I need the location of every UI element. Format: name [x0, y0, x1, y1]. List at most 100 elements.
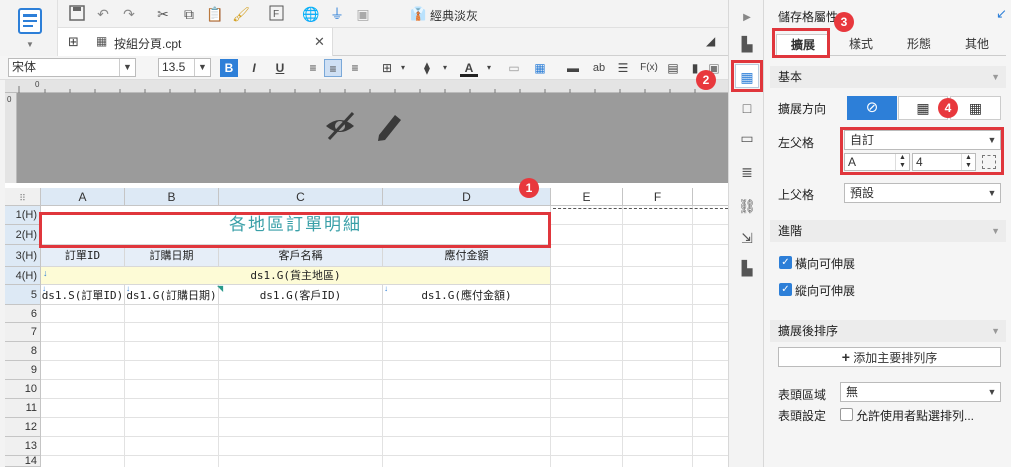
chevron-down-icon[interactable]: ▾	[436, 59, 454, 77]
column-header-b[interactable]: B	[125, 188, 219, 206]
section-sort[interactable]: 擴展後排序 ▼	[770, 320, 1006, 342]
row-header-5[interactable]: 5	[5, 285, 41, 305]
chevron-down-icon[interactable]: ▾	[480, 59, 498, 77]
detail-cell-customer[interactable]: ds1.G(客戶ID)	[219, 285, 383, 305]
row-header-10[interactable]: 10	[5, 380, 41, 399]
collapse-icon[interactable]: ↙	[996, 6, 1007, 22]
header-area-select[interactable]: 無 ▼	[840, 382, 1001, 402]
text-label-button[interactable]: ab	[590, 59, 608, 77]
fill-color-icon[interactable]: ⧫	[418, 59, 436, 77]
table-icon[interactable]: ▦	[531, 59, 549, 77]
bold-button[interactable]: B	[220, 59, 238, 77]
italic-button[interactable]: I	[245, 59, 263, 77]
chevron-down-icon[interactable]: ▾	[394, 59, 412, 77]
up-parent-select[interactable]: 預設 ▼	[844, 183, 1001, 203]
tab-form[interactable]: 形態	[892, 34, 946, 56]
row-header-11[interactable]: 11	[5, 399, 41, 418]
section-basic[interactable]: 基本 ▼	[770, 66, 1006, 88]
allow-sort-checkbox[interactable]	[840, 408, 853, 421]
column-header-f[interactable]: F	[623, 188, 693, 206]
header-cell-customer[interactable]: 客戶名稱	[219, 245, 383, 267]
gridline	[41, 360, 728, 361]
merge-cell-icon[interactable]: ▭	[505, 59, 523, 77]
tab-menu-icon[interactable]: ◢	[706, 34, 715, 48]
header-cell-amount[interactable]: 應付金額	[383, 245, 551, 267]
image-icon[interactable]: ▣	[354, 5, 372, 23]
row-header-1[interactable]: 1(H)	[5, 206, 41, 225]
row-header-4[interactable]: 4(H)	[5, 267, 41, 285]
header-cell-order-date[interactable]: 訂購日期	[125, 245, 219, 267]
widget-icon[interactable]: ▭	[737, 128, 757, 148]
column-header-a[interactable]: A	[41, 188, 125, 206]
chevron-right-icon[interactable]: ▶	[737, 8, 757, 28]
redo-icon[interactable]: ↷	[120, 5, 138, 23]
align-left-icon[interactable]: ≡	[304, 59, 322, 77]
tab-style[interactable]: 樣式	[834, 34, 888, 56]
import-icon[interactable]: ⇲	[737, 228, 757, 248]
condition-icon[interactable]: ≣	[737, 162, 757, 182]
svg-text:F: F	[273, 9, 279, 20]
group-cell[interactable]: ds1.G(貨主地區)	[41, 267, 551, 285]
plugin-icon[interactable]: ⏚	[328, 5, 346, 23]
hide-icon[interactable]	[323, 109, 357, 143]
underline-button[interactable]: U	[271, 59, 289, 77]
row-header-3[interactable]: 3(H)	[5, 245, 41, 267]
save-icon[interactable]	[68, 5, 86, 23]
tab-report-file[interactable]: ⊞ ▦ 按組分頁.cpt ✕	[58, 28, 333, 56]
row-header-2[interactable]: 2(H)	[5, 225, 41, 245]
font-size-select[interactable]: 13.5 ▼	[158, 58, 211, 77]
hyperlink-icon[interactable]: ⛓	[737, 196, 757, 216]
row-header-7[interactable]: 7	[5, 323, 41, 342]
detail-cell-order-date[interactable]: ds1.G(訂購日期)	[125, 285, 219, 305]
column-header-e[interactable]: E	[551, 188, 623, 206]
web-icon[interactable]: 🌐	[302, 5, 320, 23]
gridline	[124, 304, 125, 467]
text-field-icon[interactable]: ▬	[564, 59, 582, 77]
column-header-c[interactable]: C	[219, 188, 383, 206]
detail-cell-order-id[interactable]: ds1.S(訂單ID)	[41, 285, 125, 305]
row-header-6[interactable]: 6	[5, 305, 41, 323]
section-advanced[interactable]: 進階 ▼	[770, 220, 1006, 242]
edit-icon[interactable]	[373, 109, 405, 143]
row-header-9[interactable]: 9	[5, 361, 41, 380]
cell-style-icon[interactable]: □	[737, 98, 757, 118]
row-header-12[interactable]: 12	[5, 418, 41, 437]
h-extend-checkbox[interactable]: ✓	[779, 256, 792, 269]
chevron-down-icon[interactable]: ▼	[26, 40, 34, 49]
font-color-icon[interactable]: A	[460, 59, 478, 77]
font-select[interactable]: 宋体 ▼	[8, 58, 136, 77]
close-icon[interactable]: ✕	[314, 34, 325, 50]
section-basic-label: 基本	[778, 70, 803, 84]
cell-element-icon[interactable]: ▙	[737, 34, 757, 54]
undo-icon[interactable]: ↶	[94, 5, 112, 23]
sub-report-icon[interactable]: ▤	[664, 59, 682, 77]
chevron-down-icon: ▼	[987, 387, 997, 397]
header-cell-order-id[interactable]: 訂單ID	[41, 245, 125, 267]
format-painter-icon[interactable]: 🖌	[232, 5, 250, 23]
no-expand-button[interactable]: ⊘	[847, 96, 897, 120]
align-right-icon[interactable]: ≡	[346, 59, 364, 77]
style-icon[interactable]: 👔	[410, 6, 426, 22]
report-icon[interactable]	[18, 8, 42, 34]
multiline-text-icon[interactable]: ☰	[614, 59, 632, 77]
row-header-14[interactable]: 14	[5, 456, 41, 467]
formula-button[interactable]: F(x)	[638, 59, 660, 77]
paste-icon[interactable]: 📋	[206, 5, 224, 23]
v-extend-checkbox[interactable]: ✓	[779, 283, 792, 296]
gridline	[41, 455, 728, 456]
corner-cell[interactable]: ⠿	[5, 188, 41, 206]
add-sort-button[interactable]: + 添加主要排列序	[778, 347, 1001, 367]
copy-icon[interactable]: ⧉	[180, 5, 198, 23]
step-badge-1: 1	[519, 178, 539, 198]
column-header-g[interactable]	[693, 188, 728, 206]
cut-icon[interactable]: ✂	[154, 5, 172, 23]
report-element-icon[interactable]: ▙	[737, 258, 757, 278]
tab-other[interactable]: 其他	[950, 34, 1004, 56]
row-header-8[interactable]: 8	[5, 342, 41, 361]
style-label[interactable]: 經典淡灰	[430, 7, 478, 24]
align-center-icon[interactable]: ≡	[324, 59, 342, 77]
row-header-13[interactable]: 13	[5, 437, 41, 456]
report-grid[interactable]: ⠿ A B C D E F 1(H) 2(H) 3(H) 4(H) 5 6 7 …	[5, 178, 728, 467]
preview-icon[interactable]: F	[268, 5, 286, 23]
detail-cell-amount[interactable]: ds1.G(應付金額)	[383, 285, 551, 305]
